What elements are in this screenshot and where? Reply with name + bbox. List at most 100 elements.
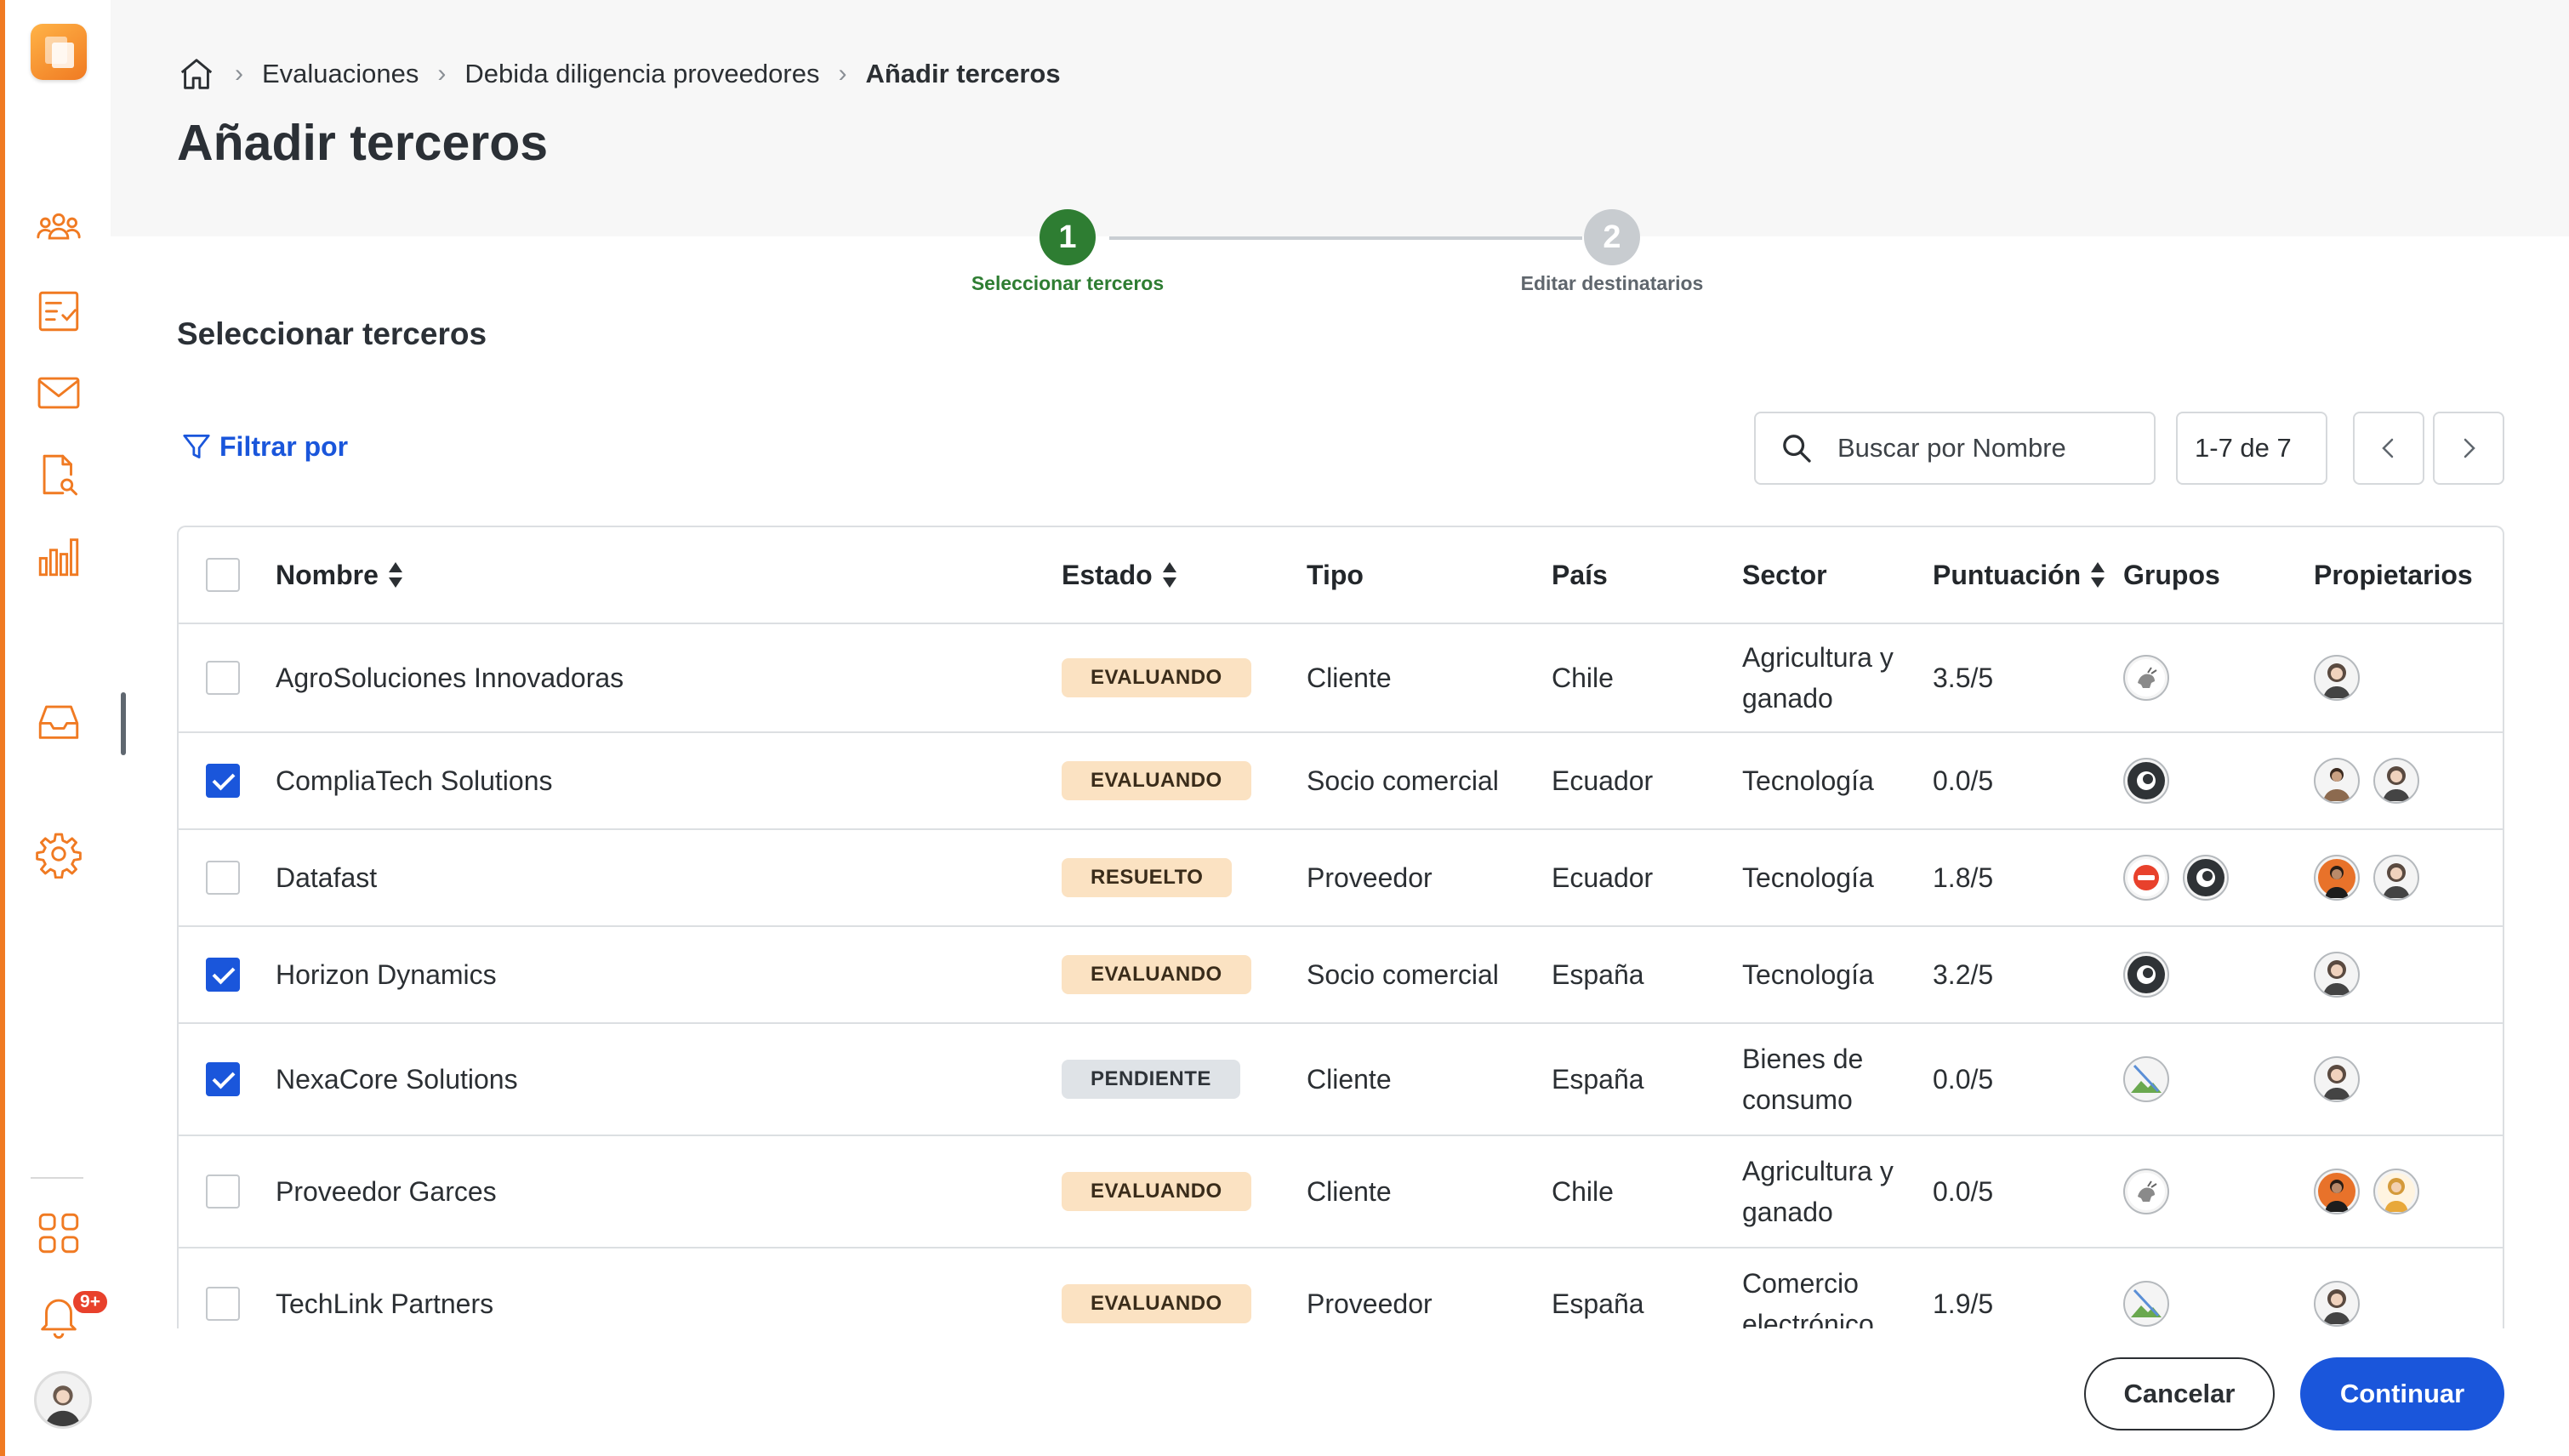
- breadcrumb-separator: ›: [437, 60, 447, 88]
- owner-avatar: [2314, 655, 2360, 701]
- cell-pais: España: [1552, 1288, 1644, 1319]
- sort-icon: [2089, 560, 2106, 589]
- select-all-checkbox[interactable]: [206, 558, 240, 592]
- cell-propietarios: [2314, 1248, 2373, 1328]
- filter-icon: [183, 434, 210, 459]
- cell-estado: EVALUANDO: [1062, 1248, 1251, 1328]
- row-checkbox[interactable]: [206, 958, 240, 992]
- column-header-grupos: Grupos: [2123, 527, 2220, 623]
- sector-line: ganado: [1742, 1197, 1833, 1227]
- cell-tipo: Socio comercial: [1307, 958, 1499, 990]
- cell-sector: Agricultura y ganado: [1742, 624, 1894, 731]
- cell-tipo: Cliente: [1307, 1063, 1392, 1095]
- search-input[interactable]: [1837, 433, 2144, 464]
- document-search-icon[interactable]: [33, 449, 84, 500]
- goat-group-icon: [2123, 655, 2169, 701]
- search-icon: [1783, 435, 1811, 463]
- owner-avatar: [2314, 758, 2360, 804]
- cell-tipo: Proveedor: [1307, 1288, 1433, 1319]
- column-header-nombre[interactable]: Nombre: [276, 527, 404, 623]
- continue-button[interactable]: Continuar: [2300, 1357, 2504, 1430]
- previous-page-button[interactable]: [2353, 412, 2424, 485]
- cell-estado: PENDIENTE: [1062, 1024, 1240, 1135]
- cell-puntuacion: 0.0/5: [1933, 1175, 1994, 1207]
- sector-line: Comercio: [1742, 1268, 1859, 1299]
- cell-tipo: Proveedor: [1307, 862, 1433, 893]
- column-label: Grupos: [2123, 559, 2220, 590]
- table-row[interactable]: CompliaTech Solutions EVALUANDO Socio come…: [179, 733, 2503, 830]
- row-checkbox[interactable]: [206, 1062, 240, 1096]
- cell-grupos: [2123, 733, 2183, 828]
- cell-sector: Tecnología: [1742, 927, 1874, 1022]
- row-checkbox[interactable]: [206, 1287, 240, 1321]
- red-group-icon: [2123, 855, 2169, 901]
- cell-tipo: Socio comercial: [1307, 765, 1499, 796]
- select-all-cell: [206, 527, 240, 623]
- table-row[interactable]: NexaCore Solutions PENDIENTE Cliente España…: [179, 1024, 2503, 1136]
- users-icon[interactable]: [33, 202, 84, 253]
- sector-line: Tecnología: [1742, 959, 1874, 990]
- eye-group-icon: [2183, 855, 2229, 901]
- breadcrumb: › Evaluaciones › Debida diligencia prove…: [177, 53, 1061, 95]
- next-page-button[interactable]: [2433, 412, 2504, 485]
- mail-icon[interactable]: [33, 367, 84, 418]
- owner-avatar: [2314, 1169, 2360, 1214]
- sector-line: Bienes de: [1742, 1044, 1864, 1074]
- breadcrumb-item-debida-diligencia[interactable]: Debida diligencia proveedores: [464, 59, 819, 89]
- table-row[interactable]: AgroSoluciones Innovadoras EVALUANDO Clien…: [179, 624, 2503, 733]
- column-header-puntuacion[interactable]: Puntuación: [1933, 527, 2106, 623]
- landscape-group-icon: [2123, 1281, 2169, 1327]
- step-1-label: Seleccionar terceros: [971, 272, 1165, 294]
- table-row[interactable]: Horizon Dynamics EVALUANDO Socio comercial…: [179, 927, 2503, 1024]
- row-checkbox[interactable]: [206, 861, 240, 895]
- cell-pais: Ecuador: [1552, 862, 1654, 893]
- cell-estado: EVALUANDO: [1062, 733, 1251, 828]
- bar-chart-icon[interactable]: [33, 531, 84, 582]
- cell-puntuacion: 3.2/5: [1933, 958, 1994, 990]
- cancel-button[interactable]: Cancelar: [2084, 1357, 2275, 1430]
- cell-grupos: [2123, 927, 2183, 1022]
- cell-tipo: Cliente: [1307, 1175, 1392, 1207]
- row-checkbox[interactable]: [206, 661, 240, 695]
- row-checkbox[interactable]: [206, 1174, 240, 1209]
- table-row[interactable]: Datafast RESUELTO Proveedor Ecuador Tecnolog…: [179, 830, 2503, 927]
- cell-pais: Chile: [1552, 1175, 1614, 1207]
- cell-grupos: [2123, 1024, 2183, 1135]
- column-header-pais: País: [1552, 527, 1608, 623]
- status-badge: RESUELTO: [1062, 858, 1233, 897]
- page-title: Añadir terceros: [177, 115, 549, 171]
- select-cell: [206, 1136, 240, 1247]
- owner-avatar: [2314, 1281, 2360, 1327]
- cell-sector: Agricultura y ganado: [1742, 1136, 1894, 1247]
- select-cell: [206, 1024, 240, 1135]
- status-badge: EVALUANDO: [1062, 955, 1251, 994]
- row-checkbox[interactable]: [206, 764, 240, 798]
- landscape-group-icon: [2123, 1056, 2169, 1102]
- table-row[interactable]: TechLink Partners EVALUANDO Proveedor Españ…: [179, 1248, 2503, 1328]
- sort-icon: [1161, 560, 1178, 589]
- breadcrumb-item-evaluaciones[interactable]: Evaluaciones: [262, 59, 419, 89]
- cell-pais: España: [1552, 958, 1644, 990]
- inbox-icon[interactable]: [33, 696, 84, 747]
- filter-button[interactable]: Filtrar por: [180, 430, 348, 463]
- stepper-connector: [1109, 236, 1582, 240]
- table-header-row: Nombre Estado Tipo País Sector Puntuació…: [179, 527, 2503, 624]
- table-row[interactable]: Proveedor Garces EVALUANDO Cliente Chile Agr…: [179, 1136, 2503, 1248]
- cell-sector: Bienes de consumo: [1742, 1024, 1863, 1135]
- sidebar-divider: [31, 1177, 83, 1179]
- select-cell: [206, 830, 240, 925]
- gear-icon[interactable]: [33, 828, 84, 879]
- cell-nombre: NexaCore Solutions: [276, 1063, 518, 1095]
- apps-grid-icon[interactable]: [33, 1208, 84, 1259]
- user-avatar[interactable]: [34, 1371, 92, 1429]
- select-cell: [206, 1248, 240, 1328]
- checklist-icon[interactable]: [33, 286, 84, 337]
- search-box[interactable]: [1754, 412, 2156, 485]
- cell-propietarios: [2314, 733, 2433, 828]
- home-icon[interactable]: [177, 54, 216, 94]
- cell-grupos: [2123, 1248, 2183, 1328]
- status-badge: EVALUANDO: [1062, 658, 1251, 697]
- app-logo[interactable]: [31, 24, 87, 80]
- cell-nombre: Proveedor Garces: [276, 1175, 497, 1207]
- column-header-estado[interactable]: Estado: [1062, 527, 1178, 623]
